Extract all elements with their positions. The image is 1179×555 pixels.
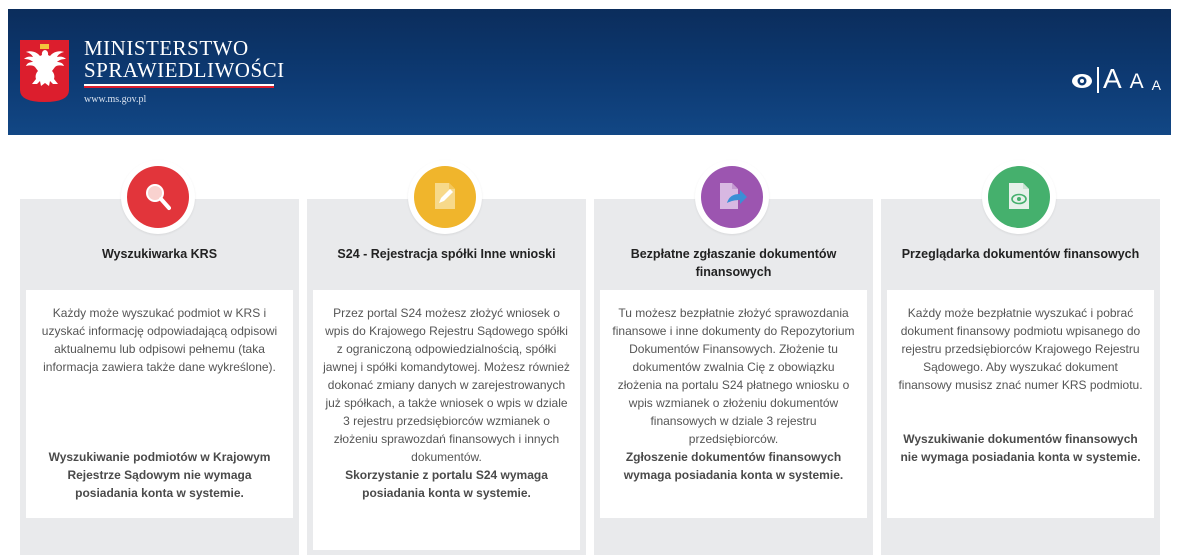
card-icon-wrapper[interactable]: [408, 160, 482, 234]
brand-line-2: SPRAWIEDLIWOŚCI: [84, 58, 285, 82]
font-size-large-button[interactable]: A: [1103, 65, 1122, 93]
flag-stripe: [84, 84, 274, 88]
divider: [1096, 67, 1099, 93]
card-note-text: Wyszukiwanie dokumentów finansowych nie …: [900, 432, 1141, 464]
card-title[interactable]: Wyszukiwarka KRS: [30, 245, 289, 263]
card-title[interactable]: Bezpłatne zgłaszanie dokumentów finansow…: [604, 245, 863, 281]
card-body-text: Każdy może bezpłatnie wyszukać i pobrać …: [898, 306, 1143, 392]
red-circle: [127, 166, 189, 228]
font-size-small-button[interactable]: A: [1152, 77, 1161, 93]
ministry-brand[interactable]: MINISTERSTWO SPRAWIEDLIWOŚCI www.ms.gov.…: [84, 37, 285, 105]
yellow-circle: [414, 166, 476, 228]
card-description: Każdy może wyszukać podmiot w KRS i uzys…: [26, 290, 293, 518]
view-document-icon: [1009, 183, 1029, 209]
card-description: Przez portal S24 możesz złożyć wniosek o…: [313, 290, 580, 550]
card-body-text: Każdy może wyszukać podmiot w KRS i uzys…: [41, 306, 278, 374]
edit-document-icon: [435, 183, 455, 209]
accessibility-controls: A A A: [1071, 65, 1161, 93]
card-note-text: Wyszukiwanie podmiotów w Krajowym Rejest…: [48, 450, 271, 500]
card-description: Tu możesz bezpłatnie złożyć sprawozdania…: [600, 290, 867, 518]
card-krs-search[interactable]: Wyszukiwarka KRS Każdy może wyszukać pod…: [20, 199, 299, 555]
card-icon-wrapper[interactable]: [695, 160, 769, 234]
purple-circle: [701, 166, 763, 228]
card-description: Każdy może bezpłatnie wyszukać i pobrać …: [887, 290, 1154, 518]
card-free-financial-submission[interactable]: Bezpłatne zgłaszanie dokumentów finansow…: [594, 199, 873, 555]
card-title[interactable]: S24 - Rejestracja spółki Inne wnioski: [317, 245, 576, 263]
card-icon-wrapper[interactable]: [121, 160, 195, 234]
site-header: MINISTERSTWO SPRAWIEDLIWOŚCI www.ms.gov.…: [8, 9, 1171, 135]
card-icon-wrapper[interactable]: [982, 160, 1056, 234]
card-financial-documents-browser[interactable]: Przeglądarka dokumentów finansowych Każd…: [881, 199, 1160, 555]
card-note-text: Skorzystanie z portalu S24 wymaga posiad…: [345, 468, 548, 500]
card-s24-registration[interactable]: S24 - Rejestracja spółki Inne wnioski Pr…: [307, 199, 586, 555]
card-body-text: Tu możesz bezpłatnie złożyć sprawozdania…: [612, 306, 855, 446]
card-note-text: Zgłoszenie dokumentów finansowych wymaga…: [623, 450, 844, 482]
send-document-icon: [720, 183, 747, 209]
card-title[interactable]: Przeglądarka dokumentów finansowych: [891, 245, 1150, 263]
search-icon: [146, 184, 171, 210]
green-circle: [988, 166, 1050, 228]
contrast-eye-icon[interactable]: [1071, 70, 1093, 92]
site-url: www.ms.gov.pl: [84, 94, 147, 105]
polish-eagle-emblem-icon[interactable]: [20, 40, 69, 102]
brand-line-1: MINISTERSTWO: [84, 36, 249, 60]
card-body-text: Przez portal S24 możesz złożyć wniosek o…: [323, 306, 570, 464]
font-size-medium-button[interactable]: A: [1130, 71, 1144, 93]
